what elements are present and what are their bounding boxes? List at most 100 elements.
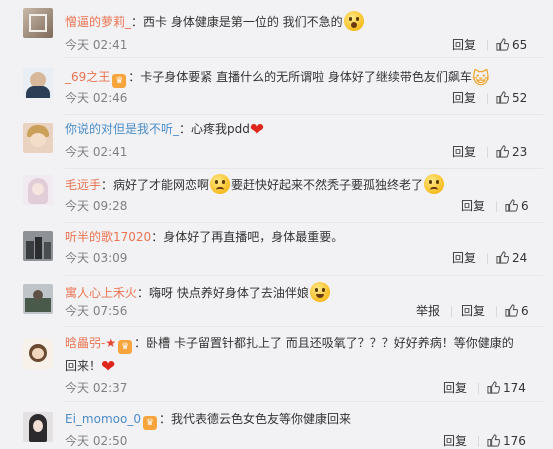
colon: ： <box>179 122 192 136</box>
comment-item: 毛远手：病好了才能网恋啊 要赶快好起来不然秃子要孤独终老了 今天 09:28 回复… <box>0 170 553 223</box>
comment-text: 身体好了再直播吧，身体最重要。 <box>163 230 344 244</box>
like-thumb-icon[interactable] <box>487 434 500 447</box>
divider <box>487 93 488 104</box>
reply-button[interactable]: 回复 <box>461 198 485 214</box>
row-divider <box>65 114 543 115</box>
colon: ： <box>131 15 144 29</box>
reply-button[interactable]: 回复 <box>452 144 476 160</box>
colon: ： <box>151 230 164 244</box>
username-link[interactable]: _69之王 <box>65 70 110 84</box>
divider <box>487 147 488 158</box>
divider <box>451 306 452 317</box>
avatar[interactable] <box>23 231 53 261</box>
comment-text: 要赶快好起来不然秃子要孤独终老了 <box>231 178 424 192</box>
username-link[interactable]: 晗畾弜- <box>65 336 105 350</box>
like-count: 176 <box>503 434 526 448</box>
avatar[interactable] <box>23 339 53 369</box>
smile-emoji-icon <box>309 282 330 302</box>
comment-line: 寓人心上禾火：嗨呀 快点养好身体了去油伴娘 <box>65 282 331 302</box>
username-link[interactable]: Ei_momoo_0 <box>65 412 141 426</box>
timestamp: 今天 07:56 <box>65 304 128 318</box>
colon: ： <box>134 336 147 350</box>
comment-text: 卡子身体要紧 直播什么的无所谓啦 身体好了继续带色友们飙车 <box>140 70 472 84</box>
timestamp: 今天 03:09 <box>65 251 128 265</box>
reply-button[interactable]: 回复 <box>452 250 476 266</box>
avatar[interactable] <box>23 68 53 98</box>
comment-item: 听半的歌17020：身体好了再直播吧，身体最重要。 今天 03:09 回复 24 <box>0 223 553 276</box>
comment-text: 嗨呀 快点养好身体了去油伴娘 <box>149 286 309 300</box>
like-thumb-icon[interactable] <box>487 381 500 394</box>
like-thumb-icon[interactable] <box>496 91 509 104</box>
like-thumb-icon[interactable] <box>496 38 509 51</box>
vip-badge-icon: ♛ <box>118 340 133 354</box>
username-link[interactable]: 你说的对但是我不听_ <box>65 122 179 136</box>
avatar[interactable] <box>23 175 53 205</box>
like-count: 23 <box>512 145 528 159</box>
like-count: 65 <box>512 38 528 52</box>
wow-emoji-icon <box>343 11 364 31</box>
avatar[interactable] <box>23 412 53 442</box>
comment-line: 晗畾弜-★ ♛ ：卧槽 卡子留置针都扎上了 而且还吸氧了？？？好好养病！等你健康的 <box>65 334 514 354</box>
divider <box>496 306 497 317</box>
comment-line: _69之王 ♛ ：卡子身体要紧 直播什么的无所谓啦 身体好了继续带色友们飙车😺 <box>65 68 490 88</box>
timestamp: 今天 09:28 <box>65 199 128 213</box>
comment-line: 你说的对但是我不听_：心疼我pdd❤ <box>65 120 264 139</box>
like-count: 52 <box>512 91 528 105</box>
timestamp: 今天 02:46 <box>65 91 128 105</box>
divider <box>487 40 488 51</box>
avatar[interactable] <box>23 8 53 38</box>
reply-button[interactable]: 回复 <box>452 90 476 106</box>
comment-text: 卧槽 卡子留置针都扎上了 而且还吸氧了？？？好好养病！等你健康的 <box>146 336 514 350</box>
comment-line: 毛远手：病好了才能网恋啊 要赶快好起来不然秃子要孤独终老了 <box>65 174 445 194</box>
reply-button[interactable]: 回复 <box>443 380 467 396</box>
reply-button[interactable]: 回复 <box>452 37 476 53</box>
comment-line: 听半的歌17020：身体好了再直播吧，身体最重要。 <box>65 228 343 246</box>
comment-item: 你说的对但是我不听_：心疼我pdd❤ 今天 02:41 回复 23 <box>0 116 553 172</box>
username-link[interactable]: 毛远手 <box>65 178 101 192</box>
reply-button[interactable]: 回复 <box>461 303 485 319</box>
comment-text: 我代表德云色女色友等你健康回来 <box>170 412 351 426</box>
report-button[interactable]: 举报 <box>416 303 440 319</box>
username-link[interactable]: 听半的歌17020 <box>65 230 151 244</box>
cat-emoji-icon: 😺 <box>471 69 490 89</box>
like-thumb-icon[interactable] <box>505 199 518 212</box>
comment-item: 寓人心上禾火：嗨呀 快点养好身体了去油伴娘 今天 07:56 举报 回复 6 <box>0 276 553 327</box>
comment-item: 晗畾弜-★ ♛ ：卧槽 卡子留置针都扎上了 而且还吸氧了？？？好好养病！等你健康的 … <box>0 326 553 402</box>
like-count: 174 <box>503 381 526 395</box>
avatar[interactable] <box>23 123 53 153</box>
colon: ： <box>128 70 141 84</box>
heart-emoji-icon: ❤ <box>249 120 265 140</box>
comment-item: _69之王 ♛ ：卡子身体要紧 直播什么的无所谓啦 身体好了继续带色友们飙车😺 今天… <box>0 58 553 116</box>
timestamp: 今天 02:41 <box>65 145 128 159</box>
star-icon: ★ <box>105 336 117 350</box>
sad-emoji-icon <box>210 174 231 194</box>
comment-line: 回来！❤ <box>65 357 115 376</box>
comment-text: 西卡 身体健康是第一位的 我们不急的 <box>143 15 343 29</box>
colon: ： <box>137 286 150 300</box>
like-count: 6 <box>521 199 529 213</box>
like-thumb-icon[interactable] <box>496 145 509 158</box>
like-thumb-icon[interactable] <box>496 251 509 264</box>
vip-badge-icon: ♛ <box>112 74 127 88</box>
divider <box>496 201 497 212</box>
comment-item: 憎逼的萝莉_：西卡 身体健康是第一位的 我们不急的 今天 02:41 回复 65 <box>0 0 553 58</box>
comment-text: 回来！ <box>65 359 102 373</box>
like-count: 24 <box>512 251 528 265</box>
sad-emoji-icon <box>424 174 445 194</box>
comment-text: 病好了才能网恋啊 <box>113 178 210 192</box>
heart-emoji-icon: ❤ <box>101 357 116 377</box>
like-thumb-icon[interactable] <box>505 304 518 317</box>
vip-badge-icon: ♛ <box>142 416 157 430</box>
username-link[interactable]: 憎逼的萝莉_ <box>65 15 131 29</box>
avatar[interactable] <box>23 284 53 314</box>
reply-button[interactable]: 回复 <box>443 433 467 449</box>
divider <box>478 436 479 447</box>
like-count: 6 <box>521 304 529 318</box>
comment-line: Ei_momoo_0 ♛ ：我代表德云色女色友等你健康回来 <box>65 410 351 430</box>
timestamp: 今天 02:41 <box>65 38 128 52</box>
username-link[interactable]: 寓人心上禾火 <box>65 286 137 300</box>
divider <box>487 253 488 264</box>
colon: ： <box>101 178 114 192</box>
comment-text: 心疼我pdd <box>191 122 250 136</box>
colon: ： <box>158 412 171 426</box>
